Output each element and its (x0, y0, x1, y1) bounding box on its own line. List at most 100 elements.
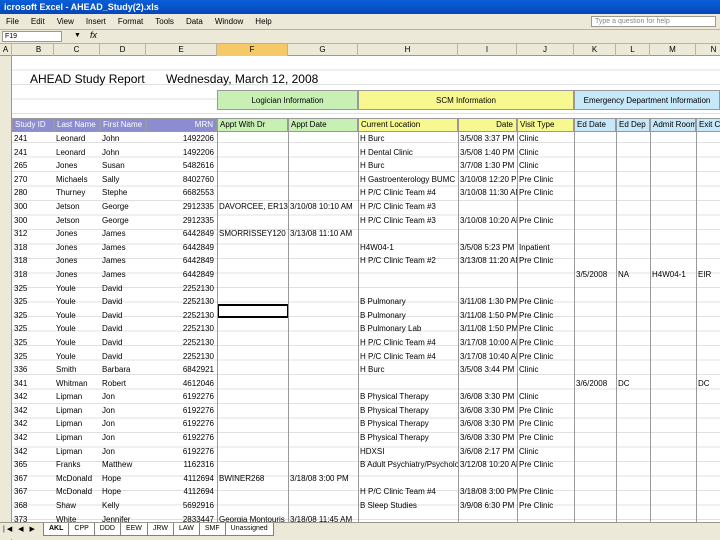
table-cell[interactable]: 3/5/08 3:44 PM (458, 363, 517, 377)
menu-help[interactable]: Help (249, 17, 277, 26)
table-cell[interactable] (217, 431, 288, 445)
table-cell[interactable]: Pre Clinic (517, 404, 574, 418)
table-cell[interactable] (696, 499, 720, 513)
table-cell[interactable]: Jones (54, 227, 100, 241)
table-cell[interactable]: Pre Clinic (517, 350, 574, 364)
table-cell[interactable] (650, 350, 696, 364)
table-cell[interactable] (358, 377, 458, 391)
table-cell[interactable] (217, 485, 288, 499)
table-cell[interactable]: 1492206 (146, 146, 217, 160)
table-cell[interactable] (288, 390, 358, 404)
table-cell[interactable]: 6192276 (146, 431, 217, 445)
table-cell[interactable]: Kelly (100, 499, 146, 513)
table-cell[interactable] (696, 336, 720, 350)
table-cell[interactable] (574, 200, 616, 214)
table-cell[interactable]: James (100, 227, 146, 241)
table-cell[interactable]: Youle (54, 309, 100, 323)
table-cell[interactable]: DAVORCEE, ER130 (217, 200, 288, 214)
table-cell[interactable] (288, 404, 358, 418)
table-cell[interactable]: 3/7/08 1:30 PM (458, 159, 517, 173)
table-cell[interactable] (288, 268, 358, 282)
table-cell[interactable] (217, 390, 288, 404)
table-cell[interactable] (650, 146, 696, 160)
table-cell[interactable]: Youle (54, 336, 100, 350)
table-cell[interactable]: 2252130 (146, 322, 217, 336)
table-cell[interactable] (217, 350, 288, 364)
table-cell[interactable] (650, 513, 696, 522)
table-cell[interactable]: H Gastroenterology BUMC (358, 173, 458, 187)
table-cell[interactable] (696, 458, 720, 472)
table-cell[interactable] (217, 417, 288, 431)
table-cell[interactable] (288, 186, 358, 200)
table-cell[interactable]: Pre Clinic (517, 499, 574, 513)
table-cell[interactable] (696, 513, 720, 522)
column-header-b[interactable]: B (24, 44, 54, 56)
table-cell[interactable]: David (100, 282, 146, 296)
sheet-tab-unassigned[interactable]: Unassigned (224, 523, 274, 536)
table-cell[interactable]: David (100, 350, 146, 364)
table-cell[interactable]: Jones (54, 241, 100, 255)
table-cell[interactable]: 3/17/08 10:00 AM (458, 336, 517, 350)
table-cell[interactable] (616, 445, 650, 459)
table-cell[interactable]: Shaw (54, 499, 100, 513)
table-cell[interactable] (217, 186, 288, 200)
table-cell[interactable] (574, 485, 616, 499)
table-cell[interactable]: H Burc (358, 363, 458, 377)
table-cell[interactable] (517, 268, 574, 282)
table-cell[interactable]: 3/6/08 3:30 PM (458, 404, 517, 418)
table-cell[interactable] (616, 499, 650, 513)
table-cell[interactable]: 367 (12, 472, 54, 486)
table-cell[interactable] (574, 445, 616, 459)
table-cell[interactable]: 6192276 (146, 445, 217, 459)
table-cell[interactable]: Clinic (517, 132, 574, 146)
table-cell[interactable]: 4112694 (146, 485, 217, 499)
table-cell[interactable]: 342 (12, 431, 54, 445)
table-cell[interactable] (458, 282, 517, 296)
table-cell[interactable]: Inpatient (517, 241, 574, 255)
table-cell[interactable]: 325 (12, 282, 54, 296)
table-cell[interactable] (616, 173, 650, 187)
active-cell-cursor[interactable] (217, 304, 289, 318)
table-cell[interactable]: 3/11/08 1:30 PM (458, 295, 517, 309)
table-cell[interactable]: 1162316 (146, 458, 217, 472)
table-cell[interactable] (358, 282, 458, 296)
table-cell[interactable]: B Physical Therapy (358, 417, 458, 431)
menu-view[interactable]: View (51, 17, 80, 26)
table-cell[interactable] (650, 404, 696, 418)
table-cell[interactable]: 4612046 (146, 377, 217, 391)
sheet-tab-jrw[interactable]: JRW (146, 523, 174, 536)
table-cell[interactable]: 241 (12, 146, 54, 160)
table-cell[interactable] (616, 159, 650, 173)
table-cell[interactable] (696, 309, 720, 323)
column-header-f[interactable]: F (217, 44, 288, 56)
table-cell[interactable]: Lipman (54, 445, 100, 459)
table-cell[interactable] (217, 363, 288, 377)
table-cell[interactable]: 342 (12, 404, 54, 418)
table-cell[interactable] (574, 214, 616, 228)
tab-nav-icon[interactable]: |◀ ◀ ▶ ▶| (0, 523, 44, 540)
table-cell[interactable] (217, 146, 288, 160)
table-cell[interactable] (650, 159, 696, 173)
table-cell[interactable] (288, 146, 358, 160)
table-cell[interactable]: 300 (12, 214, 54, 228)
table-cell[interactable]: H P/C Clinic Team #3 (358, 200, 458, 214)
column-header-h[interactable]: H (358, 44, 458, 56)
table-cell[interactable]: Pre Clinic (517, 173, 574, 187)
table-cell[interactable]: 342 (12, 390, 54, 404)
sheet-tab-smf[interactable]: SMF (198, 523, 226, 536)
table-cell[interactable]: White (54, 513, 100, 522)
table-cell[interactable] (650, 377, 696, 391)
table-cell[interactable] (616, 295, 650, 309)
table-cell[interactable] (650, 132, 696, 146)
table-cell[interactable] (696, 485, 720, 499)
table-cell[interactable]: B Sleep Studies (358, 499, 458, 513)
table-cell[interactable]: Jennifer (100, 513, 146, 522)
menu-file[interactable]: File (0, 17, 25, 26)
table-cell[interactable] (288, 499, 358, 513)
sheet-tab-eew[interactable]: EEW (119, 523, 148, 536)
table-cell[interactable]: 325 (12, 295, 54, 309)
table-cell[interactable] (650, 282, 696, 296)
table-cell[interactable]: 3/6/08 3:30 PM (458, 431, 517, 445)
table-cell[interactable] (217, 322, 288, 336)
table-cell[interactable]: 3/5/08 3:37 PM (458, 132, 517, 146)
